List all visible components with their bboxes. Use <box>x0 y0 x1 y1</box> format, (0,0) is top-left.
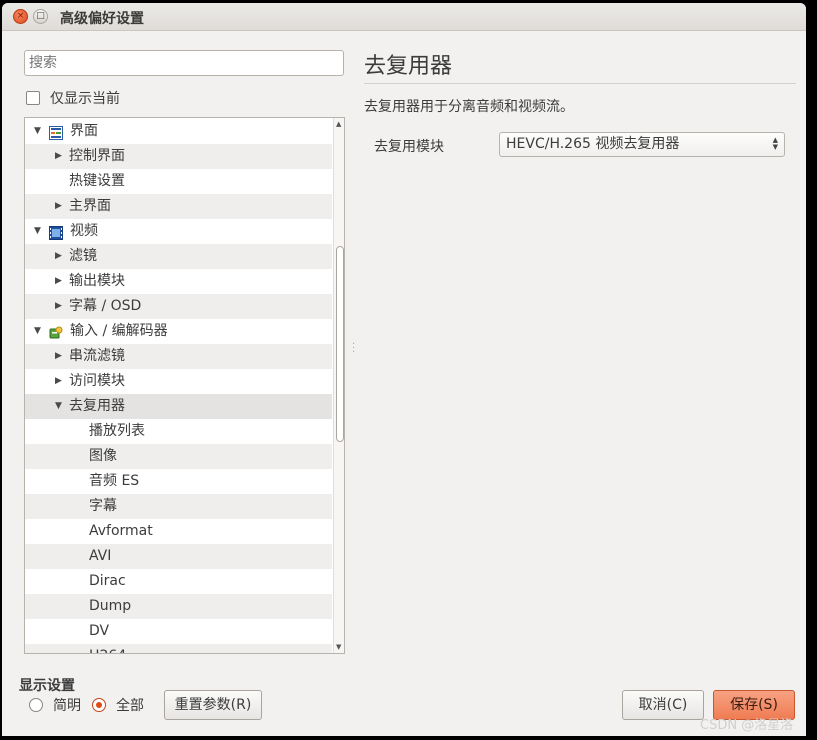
tree-item-label: 播放列表 <box>89 423 145 439</box>
tree-item-label: 图像 <box>89 448 117 464</box>
tree-item-label: 串流滤镜 <box>69 348 125 364</box>
tree-item[interactable]: ▶ 滤镜 <box>25 244 332 269</box>
expand-down-arrow-icon[interactable]: ▼ <box>34 219 41 244</box>
tree-item[interactable]: 字幕 <box>25 494 332 519</box>
tree-item[interactable]: AVI <box>25 544 332 569</box>
tree-item-label: AVI <box>89 548 112 564</box>
watermark: CSDN @洛星洛 <box>700 718 794 733</box>
expand-right-arrow-icon[interactable]: ▶ <box>55 269 62 294</box>
tree-item-label: 去复用器 <box>69 398 125 414</box>
window-title: 高级偏好设置 <box>60 11 144 27</box>
expand-right-arrow-icon[interactable]: ▶ <box>55 294 62 319</box>
demux-module-value: HEVC/H.265 视频去复用器 <box>506 136 680 152</box>
tree-item-label: 输入 / 编解码器 <box>70 323 168 339</box>
show-current-checkbox[interactable] <box>26 91 40 105</box>
panel-title: 去复用器 <box>364 54 453 79</box>
video-icon <box>49 224 63 240</box>
scroll-up-icon[interactable]: ▲ <box>336 120 341 128</box>
tree-item[interactable]: Dump <box>25 594 332 619</box>
tree-item[interactable]: 音频 ES <box>25 469 332 494</box>
tree-item[interactable]: ▶ 主界面 <box>25 194 332 219</box>
interface-icon <box>49 124 63 140</box>
tree-item-label: 输出模块 <box>69 273 125 289</box>
minimize-icon[interactable]: □ <box>33 9 48 24</box>
tree-item[interactable]: ▼ 去复用器 <box>25 394 332 419</box>
tree-item-label: Dirac <box>89 573 126 589</box>
expand-right-arrow-icon[interactable]: ▶ <box>55 144 62 169</box>
scrollbar-thumb[interactable] <box>336 246 344 442</box>
tree-item-label: 界面 <box>70 123 98 139</box>
tree-item-label: Avformat <box>89 523 153 539</box>
tree-item-label: 热键设置 <box>69 173 125 189</box>
expand-right-arrow-icon[interactable]: ▶ <box>55 344 62 369</box>
tree-item[interactable]: 图像 <box>25 444 332 469</box>
codec-icon <box>49 324 63 339</box>
tree-item[interactable]: ▶ 控制界面 <box>25 144 332 169</box>
panel-divider <box>364 83 796 84</box>
tree-item[interactable]: ▶ 字幕 / OSD <box>25 294 332 319</box>
tree-item-label: 滤镜 <box>69 248 97 264</box>
title-bar: × □ 高级偏好设置 <box>2 3 806 31</box>
tree-item[interactable]: H264 <box>25 644 332 653</box>
tree-item[interactable]: Dirac <box>25 569 332 594</box>
tree-scrollbar[interactable]: ▲ ▼ <box>333 118 344 653</box>
scroll-down-icon[interactable]: ▼ <box>336 643 341 651</box>
tree-item[interactable]: ▼ 界面 <box>25 119 332 144</box>
tree-item-label: 控制界面 <box>69 148 125 164</box>
tree-item-label: DV <box>89 623 110 639</box>
radio-simple-button[interactable] <box>29 698 43 712</box>
expand-right-arrow-icon[interactable]: ▶ <box>55 369 62 394</box>
close-icon[interactable]: × <box>13 9 28 24</box>
radio-all-button[interactable] <box>92 698 106 712</box>
expand-right-arrow-icon[interactable]: ▶ <box>55 194 62 219</box>
tree-item[interactable]: 热键设置 <box>25 169 332 194</box>
search-input[interactable] <box>24 50 344 76</box>
tree-item-label: 字幕 / OSD <box>69 298 142 314</box>
tree-item-label: 视频 <box>70 223 98 239</box>
tree-item-label: 主界面 <box>69 198 111 214</box>
tree-item-label: 字幕 <box>89 498 117 514</box>
tree-item-label: 音频 ES <box>89 473 140 489</box>
tree-item[interactable]: ▶ 输出模块 <box>25 269 332 294</box>
expand-down-arrow-icon[interactable]: ▼ <box>34 319 41 344</box>
show-current-checkbox-row[interactable]: 仅显示当前 <box>26 88 120 108</box>
tree-item[interactable]: 播放列表 <box>25 419 332 444</box>
tree-item[interactable]: Avformat <box>25 519 332 544</box>
tree-item[interactable]: ▼ 输入 / 编解码器 <box>25 319 332 344</box>
tree-item[interactable]: ▶ 串流滤镜 <box>25 344 332 369</box>
tree-item[interactable]: ▼ 视频 <box>25 219 332 244</box>
cancel-button[interactable]: 取消(C) <box>622 690 704 720</box>
tree-item-label: H264 <box>89 644 126 653</box>
expand-down-arrow-icon[interactable]: ▼ <box>34 119 41 144</box>
display-settings-title: 显示设置 <box>19 678 75 694</box>
tree-item[interactable]: DV <box>25 619 332 644</box>
select-arrows-icon: ▲ ▼ <box>772 136 778 151</box>
preferences-window: × □ 高级偏好设置 仅显示当前 ▼界面▶控制界面热键设置▶主界面▼视频▶滤镜▶… <box>2 3 806 736</box>
expand-right-arrow-icon[interactable]: ▶ <box>55 244 62 269</box>
radio-all-label: 全部 <box>116 698 144 714</box>
splitter-handle[interactable]: · · · <box>352 340 355 358</box>
demux-module-select[interactable]: HEVC/H.265 视频去复用器 ▲ ▼ <box>499 132 785 157</box>
demux-module-label: 去复用模块 <box>374 139 444 155</box>
reset-preferences-button[interactable]: 重置参数(R) <box>164 690 262 720</box>
radio-simple[interactable]: 简明 <box>29 695 81 715</box>
show-current-label: 仅显示当前 <box>50 91 120 107</box>
panel-description: 去复用器用于分离音频和视频流。 <box>364 99 574 115</box>
radio-simple-label: 简明 <box>53 698 81 714</box>
tree-item-label: Dump <box>89 598 132 614</box>
expand-down-arrow-icon[interactable]: ▼ <box>55 394 62 419</box>
radio-all[interactable]: 全部 <box>92 695 144 715</box>
settings-tree[interactable]: ▼ 界面 ▶ 控制界面热键设置 ▶ 主界面 ▼ 视频 ▶ 滤镜 ▶ 输出模块 ▶ 字幕 / OSD ▼ 输入 … <box>24 117 345 654</box>
tree-item-label: 访问模块 <box>69 373 125 389</box>
tree-item[interactable]: ▶ 访问模块 <box>25 369 332 394</box>
